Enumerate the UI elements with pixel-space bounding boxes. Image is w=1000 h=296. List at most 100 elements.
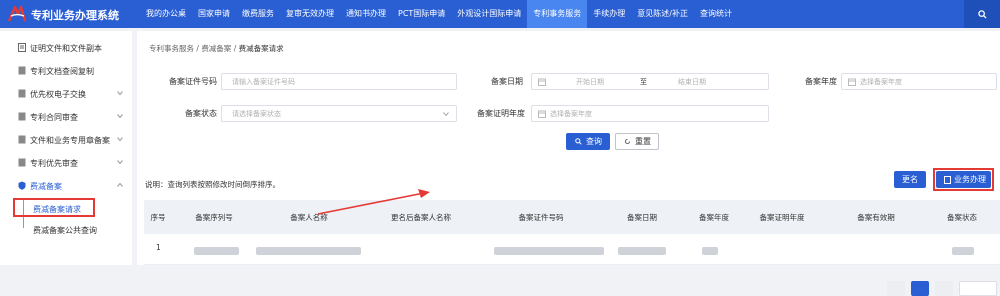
row-index: 1 xyxy=(156,243,161,252)
document-icon xyxy=(18,112,26,121)
year-picker[interactable]: 选择备案年度 xyxy=(841,73,997,90)
pagination-prev[interactable] xyxy=(887,281,905,296)
pagination-next[interactable] xyxy=(935,281,953,296)
nav-search-button[interactable] xyxy=(964,0,1000,28)
status-label: 备案状态 xyxy=(185,109,217,118)
annotation-highlight-box xyxy=(13,198,95,217)
breadcrumb-separator: / xyxy=(233,44,237,53)
nav-notice[interactable]: 通知书办理 xyxy=(340,0,392,28)
chevron-up-icon xyxy=(117,182,123,187)
date-range-picker[interactable]: 开始日期 至 结束日期 xyxy=(531,73,769,90)
column-header: 备案人名称 xyxy=(290,213,328,222)
chevron-down-icon xyxy=(117,114,123,119)
sidebar-item-certificates[interactable]: 证明文件和文件副本 xyxy=(0,37,132,59)
search-icon xyxy=(575,138,582,145)
reset-button[interactable]: 重置 xyxy=(615,133,659,150)
sidebar-item-seal-filing[interactable]: 文件和业务专用章备案 xyxy=(0,129,132,151)
nav-procedures[interactable]: 手续办理 xyxy=(587,0,631,28)
document-icon xyxy=(18,158,26,167)
column-header: 备案有效期 xyxy=(857,213,895,222)
refresh-icon xyxy=(624,138,631,145)
year-placeholder: 选择备案年度 xyxy=(860,78,902,86)
proof-year-placeholder: 选择备案年度 xyxy=(550,110,592,118)
column-header: 序号 xyxy=(150,213,166,222)
column-header: 备案证明年度 xyxy=(759,213,805,222)
start-date-placeholder: 开始日期 xyxy=(576,78,604,86)
sidebar-item-fee-reduction[interactable]: 费减备案 xyxy=(0,175,132,197)
main-content: 专利事务服务 / 费减备案 / 费减备案请求 备案证件号码 请输入备案证件号码 … xyxy=(137,31,1000,296)
calendar-icon xyxy=(848,78,856,86)
sidebar-item-document-copy[interactable]: 专利文档查阅复制 xyxy=(0,60,132,82)
sidebar-subitem-public-query[interactable]: 费减备案公共查询 xyxy=(23,224,123,238)
proof-year-picker[interactable]: 选择备案年度 xyxy=(531,105,769,122)
app-logo-icon xyxy=(7,5,27,22)
sidebar-item-contract-review[interactable]: 专利合同审查 xyxy=(0,106,132,128)
cert-no-label: 备案证件号码 xyxy=(169,77,217,86)
table-header: 序号 备案序列号 备案人名称 更名后备案人名称 备案证件号码 备案日期 备案年度… xyxy=(144,200,1000,234)
nav-patent-affairs[interactable]: 专利事务服务 xyxy=(527,0,588,28)
query-button[interactable]: 查询 xyxy=(566,133,610,150)
redacted-cell xyxy=(618,247,666,255)
breadcrumb-item[interactable]: 专利事务服务 xyxy=(149,44,194,53)
cert-no-placeholder: 请输入备案证件号码 xyxy=(232,78,295,86)
nav-opinion[interactable]: 意见陈述/补正 xyxy=(631,0,694,28)
sidebar-item-label: 文件和业务专用章备案 xyxy=(30,136,110,145)
main-nav: 我的办公桌 国家申请 缴费服务 复审无效办理 通知书办理 PCT国际申请 外观设… xyxy=(140,0,738,28)
date-range-separator: 至 xyxy=(640,78,647,86)
nav-national-application[interactable]: 国家申请 xyxy=(192,0,236,28)
status-select[interactable]: 请选择备案状态 xyxy=(221,105,457,122)
table-row[interactable]: 1 xyxy=(144,235,1000,265)
breadcrumb-item[interactable]: 费减备案 xyxy=(201,44,231,53)
redacted-cell xyxy=(952,247,974,255)
nav-my-desk[interactable]: 我的办公桌 xyxy=(140,0,192,28)
sidebar-item-label: 专利文档查阅复制 xyxy=(30,67,94,76)
annotation-highlight-box xyxy=(933,168,994,191)
column-header: 备案序列号 xyxy=(195,213,233,222)
column-header: 备案状态 xyxy=(947,213,977,222)
sidebar-item-label: 专利优先审查 xyxy=(30,159,78,168)
nav-reexamination[interactable]: 复审无效办理 xyxy=(280,0,340,28)
sidebar-item-label: 费减备案 xyxy=(30,182,62,191)
redacted-cell xyxy=(194,247,239,255)
nav-pct[interactable]: PCT国际申请 xyxy=(392,0,451,28)
app-title: 专利业务办理系统 xyxy=(31,9,119,22)
redacted-cell xyxy=(702,247,718,255)
proof-year-label: 备案证明年度 xyxy=(477,109,525,118)
sidebar-item-priority-examination[interactable]: 专利优先审查 xyxy=(0,152,132,174)
redacted-cell xyxy=(494,247,604,255)
redacted-cell xyxy=(256,247,361,255)
chevron-down-icon xyxy=(117,160,123,165)
chevron-down-icon xyxy=(117,137,123,142)
sidebar: 证明文件和文件副本 专利文档查阅复制 优先权电子交换 专利合同审查 文件和业务专… xyxy=(0,31,132,265)
end-date-placeholder: 结束日期 xyxy=(678,78,706,86)
document-icon xyxy=(18,43,26,52)
document-icon xyxy=(18,66,26,75)
date-label: 备案日期 xyxy=(491,77,523,86)
rename-button[interactable]: 更名 xyxy=(894,171,926,188)
breadcrumb-current: 费减备案请求 xyxy=(238,44,284,53)
document-icon xyxy=(18,89,26,98)
nav-design-international[interactable]: 外观设计国际申请 xyxy=(451,0,527,28)
search-icon xyxy=(978,10,987,19)
column-header: 备案年度 xyxy=(699,213,729,222)
nav-statistics[interactable]: 查询统计 xyxy=(694,0,738,28)
sidebar-item-label: 证明文件和文件副本 xyxy=(30,44,102,53)
column-header: 备案证件号码 xyxy=(518,213,564,222)
reset-button-label: 重置 xyxy=(635,137,651,146)
sort-note: 说明：查询列表按照修改时间倒序排序。 xyxy=(145,180,280,189)
breadcrumb: 专利事务服务 / 费减备案 / 费减备案请求 xyxy=(149,43,284,54)
nav-fee-service[interactable]: 缴费服务 xyxy=(236,0,280,28)
calendar-icon xyxy=(538,78,546,86)
pagination-jumper[interactable] xyxy=(959,281,997,296)
chevron-down-icon xyxy=(117,91,123,96)
calendar-icon xyxy=(538,110,546,118)
chevron-down-icon xyxy=(443,112,449,117)
sidebar-item-priority-exchange[interactable]: 优先权电子交换 xyxy=(0,83,132,105)
top-navigation-bar: 专利业务办理系统 我的办公桌 国家申请 缴费服务 复审无效办理 通知书办理 PC… xyxy=(0,0,1000,28)
column-header: 更名后备案人名称 xyxy=(391,213,451,222)
cert-no-input[interactable]: 请输入备案证件号码 xyxy=(221,73,457,90)
query-button-label: 查询 xyxy=(586,137,602,146)
pagination-current-page[interactable] xyxy=(911,281,929,296)
status-placeholder: 请选择备案状态 xyxy=(232,110,281,118)
column-header: 备案日期 xyxy=(627,213,657,222)
